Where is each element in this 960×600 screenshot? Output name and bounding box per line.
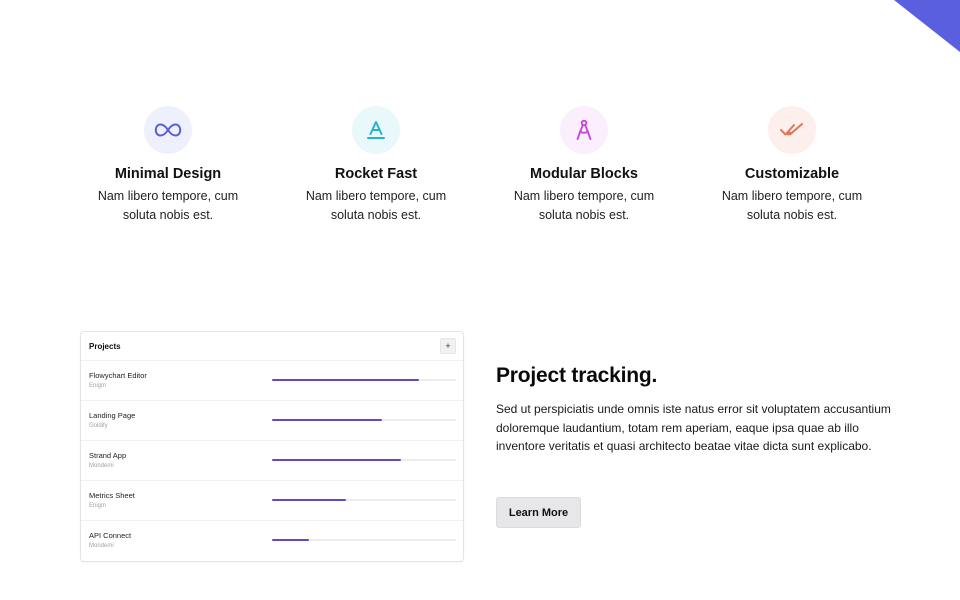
project-owner: Goldify (89, 423, 108, 429)
feature-minimal-design: Minimal Design Nam libero tempore, cum s… (64, 106, 272, 225)
feature-icon-badge (352, 106, 400, 154)
feature-title: Rocket Fast (334, 166, 418, 182)
project-row[interactable]: Flowychart Editor Enigm (81, 361, 463, 401)
feature-title: Minimal Design (114, 166, 222, 182)
project-owner: Mondemi (89, 543, 114, 549)
project-row[interactable]: API Connect Mondemi (81, 521, 463, 561)
feature-modular-blocks: Modular Blocks Nam libero tempore, cum s… (480, 106, 688, 225)
progress-track (272, 459, 456, 461)
project-row[interactable]: Landing Page Goldify (81, 401, 463, 441)
feature-title: Modular Blocks (530, 166, 638, 182)
feature-customizable: Customizable Nam libero tempore, cum sol… (688, 106, 896, 225)
feature-text: Nam libero tempore, cum soluta nobis est… (513, 189, 655, 222)
text-underline-icon (367, 121, 385, 139)
project-owner: Enigm (89, 383, 107, 389)
progress-track (272, 419, 456, 421)
projects-panel: Projects + Flowychart Editor Enigm Landi… (80, 331, 464, 562)
feature-icon-badge (768, 106, 816, 154)
project-name: Strand App (89, 451, 127, 460)
tracking-heading: Project tracking. (496, 364, 658, 387)
progress-fill (272, 539, 309, 541)
tracking-description: Sed ut perspiciatis unde omnis iste natu… (496, 402, 891, 453)
feature-icon-badge (144, 106, 192, 154)
progress-fill (272, 459, 401, 461)
project-name: Flowychart Editor (89, 371, 147, 380)
add-project-button[interactable]: + (440, 338, 456, 354)
project-name: API Connect (89, 531, 132, 540)
feature-text: Nam libero tempore, cum soluta nobis est… (305, 189, 447, 222)
progress-track (272, 539, 456, 541)
tracking-content: Project tracking. Sed ut perspiciatis un… (496, 362, 896, 456)
projects-header: Projects + (81, 332, 463, 361)
project-name: Metrics Sheet (89, 491, 135, 500)
progress-track (272, 379, 456, 381)
progress-fill (272, 499, 346, 501)
projects-title: Projects (89, 341, 121, 351)
compass-icon (576, 119, 592, 140)
progress-track (272, 499, 456, 501)
feature-text: Nam libero tempore, cum soluta nobis est… (721, 189, 863, 222)
project-row[interactable]: Metrics Sheet Enigm (81, 481, 463, 521)
feature-icon-badge (560, 106, 608, 154)
learn-more-button[interactable]: Learn More (496, 497, 581, 528)
project-owner: Mondemi (89, 463, 114, 469)
feature-rocket-fast: Rocket Fast Nam libero tempore, cum solu… (272, 106, 480, 225)
project-name: Landing Page (89, 411, 136, 420)
progress-fill (272, 419, 383, 421)
infinity-icon (154, 123, 182, 137)
double-check-icon (780, 123, 803, 136)
corner-accent (894, 0, 960, 52)
progress-fill (272, 379, 420, 381)
project-owner: Enigm (89, 503, 107, 509)
feature-title: Customizable (744, 166, 840, 182)
features-grid: Minimal Design Nam libero tempore, cum s… (64, 106, 896, 225)
feature-text: Nam libero tempore, cum soluta nobis est… (97, 189, 239, 222)
project-row[interactable]: Strand App Mondemi (81, 441, 463, 481)
